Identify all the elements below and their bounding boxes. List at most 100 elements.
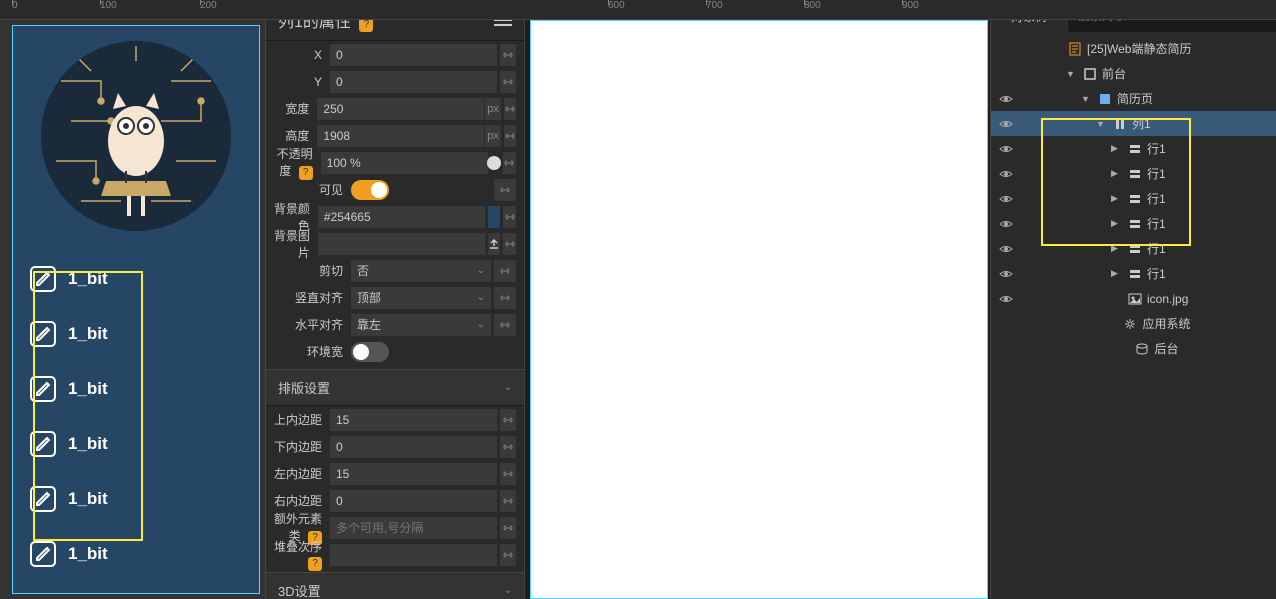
tree-node[interactable]: icon.jpg [991, 286, 1276, 311]
node-label: 前台 [1102, 65, 1126, 82]
pad-bottom-input[interactable] [330, 436, 497, 458]
link-icon[interactable] [504, 98, 516, 120]
visibility-icon[interactable] [991, 91, 1021, 107]
visibility-icon[interactable] [991, 241, 1021, 257]
upload-icon[interactable] [488, 233, 501, 255]
visible-toggle[interactable] [351, 180, 389, 200]
halign-select[interactable]: 靠左⌄ [351, 314, 491, 336]
node-label: [25]Web端静态简历 [1087, 40, 1191, 57]
link-icon[interactable] [503, 206, 516, 228]
width-input[interactable] [317, 98, 484, 120]
envwidth-toggle[interactable] [351, 342, 389, 362]
link-icon[interactable] [500, 490, 516, 512]
node-label: 简历页 [1117, 90, 1153, 107]
bgimg-input[interactable] [318, 233, 485, 255]
expand-arrow-icon[interactable]: ▼ [1066, 69, 1078, 79]
expand-arrow-icon[interactable]: ▶ [1111, 193, 1123, 204]
x-input[interactable] [330, 44, 497, 66]
link-icon[interactable] [500, 517, 516, 539]
help-icon[interactable]: ? [308, 557, 322, 571]
expand-arrow-icon[interactable]: ▶ [1111, 143, 1123, 154]
tree-node[interactable]: ▶行1 [991, 161, 1276, 186]
link-icon[interactable] [500, 544, 516, 566]
node-label: 行1 [1147, 265, 1166, 282]
expand-arrow-icon[interactable]: ▶ [1111, 168, 1123, 179]
expand-arrow-icon[interactable]: ▶ [1111, 218, 1123, 229]
ruler-tick: 0 [12, 0, 18, 11]
column-element[interactable]: 1_bit1_bit1_bit1_bit1_bit1_bit [12, 25, 260, 594]
visibility-icon[interactable] [991, 116, 1021, 132]
ruler-tick: 600 [608, 0, 625, 11]
node-type-icon [1112, 117, 1128, 131]
tree-node[interactable]: ▼列1 [991, 111, 1276, 136]
object-tree-panel: 对象树 [25]Web端静态简历▼前台▼简历页▼列1▶行1▶行1▶行1▶行1▶行… [990, 0, 1276, 599]
node-label: 应用系统 [1142, 315, 1190, 332]
link-icon[interactable] [500, 436, 516, 458]
visibility-icon[interactable] [991, 266, 1021, 282]
link-icon[interactable] [503, 233, 516, 255]
tree-node[interactable]: ▼ 简历页 [991, 86, 1276, 111]
clip-select[interactable]: 否⌄ [351, 260, 491, 282]
link-icon[interactable] [494, 314, 516, 336]
link-icon[interactable] [494, 287, 516, 309]
chevron-down-icon: ⌄ [477, 319, 485, 330]
visibility-icon[interactable] [991, 191, 1021, 207]
valign-select[interactable]: 顶部⌄ [351, 287, 491, 309]
expand-arrow-icon[interactable]: ▼ [1096, 119, 1108, 129]
3d-section-header[interactable]: 3D设置 ⌄ [266, 572, 524, 599]
visibility-icon[interactable] [991, 216, 1021, 232]
expand-arrow-icon[interactable]: ▶ [1111, 268, 1123, 279]
link-icon[interactable] [494, 179, 516, 201]
tree-body: [25]Web端静态简历▼前台▼简历页▼列1▶行1▶行1▶行1▶行1▶行1▶行1… [991, 32, 1276, 365]
tree-node[interactable]: ▶行1 [991, 236, 1276, 261]
link-icon[interactable] [504, 125, 516, 147]
pad-right-input[interactable] [330, 490, 497, 512]
node-label: 行1 [1147, 190, 1166, 207]
color-swatch[interactable] [488, 206, 501, 228]
pad-left-input[interactable] [330, 463, 497, 485]
tree-node[interactable]: ▶ 行1 [991, 186, 1276, 211]
height-input[interactable] [317, 125, 484, 147]
link-icon[interactable] [494, 260, 516, 282]
link-icon[interactable] [500, 463, 516, 485]
link-icon[interactable] [500, 44, 516, 66]
properties-panel: 列1的属性 ? X Y 宽度 px 高度 px 不透明度 ? 可见 背景颜色 [265, 0, 525, 599]
chevron-down-icon: ⌄ [504, 585, 512, 596]
tree-node[interactable]: ▶ 行1 [991, 261, 1276, 286]
opacity-input[interactable] [321, 152, 488, 174]
ruler-tick: 900 [902, 0, 919, 11]
layout-section-header[interactable]: 排版设置 ⌄ [266, 369, 524, 406]
link-icon[interactable] [503, 152, 516, 174]
stack-order-input[interactable] [330, 544, 497, 566]
expand-arrow-icon[interactable]: ▼ [1081, 94, 1093, 104]
y-input[interactable] [330, 71, 497, 93]
visibility-icon[interactable] [991, 141, 1021, 157]
tree-node[interactable]: ▶行1 [991, 211, 1276, 236]
height-unit[interactable]: px [484, 125, 500, 147]
tree-node[interactable]: [25]Web端静态简历 [991, 36, 1276, 61]
tree-node[interactable]: ▼ 前台 [991, 61, 1276, 86]
main-canvas[interactable] [530, 20, 988, 599]
help-icon[interactable]: ? [299, 166, 313, 180]
bgcolor-input[interactable] [318, 206, 485, 228]
extra-class-input[interactable] [330, 517, 497, 539]
pad-bottom-label: 下内边距 [266, 438, 330, 455]
opacity-slider[interactable] [488, 152, 500, 174]
visibility-icon[interactable] [991, 291, 1021, 307]
avatar-image[interactable] [41, 41, 231, 231]
edit-icon [28, 539, 58, 569]
tree-node[interactable]: ▶行1 [991, 136, 1276, 161]
tree-node[interactable]: 后台 [991, 336, 1276, 361]
node-type-icon [1097, 92, 1113, 106]
width-label: 宽度 [266, 100, 317, 117]
width-unit[interactable]: px [484, 98, 500, 120]
tree-node[interactable]: 应用系统 [991, 311, 1276, 336]
node-type-icon [1127, 167, 1143, 181]
expand-arrow-icon[interactable]: ▶ [1111, 243, 1123, 254]
link-icon[interactable] [500, 71, 516, 93]
pad-top-input[interactable] [330, 409, 497, 431]
link-icon[interactable] [500, 409, 516, 431]
circuit-cat-illustration [41, 41, 231, 231]
visibility-icon[interactable] [991, 166, 1021, 182]
height-label: 高度 [266, 127, 317, 144]
